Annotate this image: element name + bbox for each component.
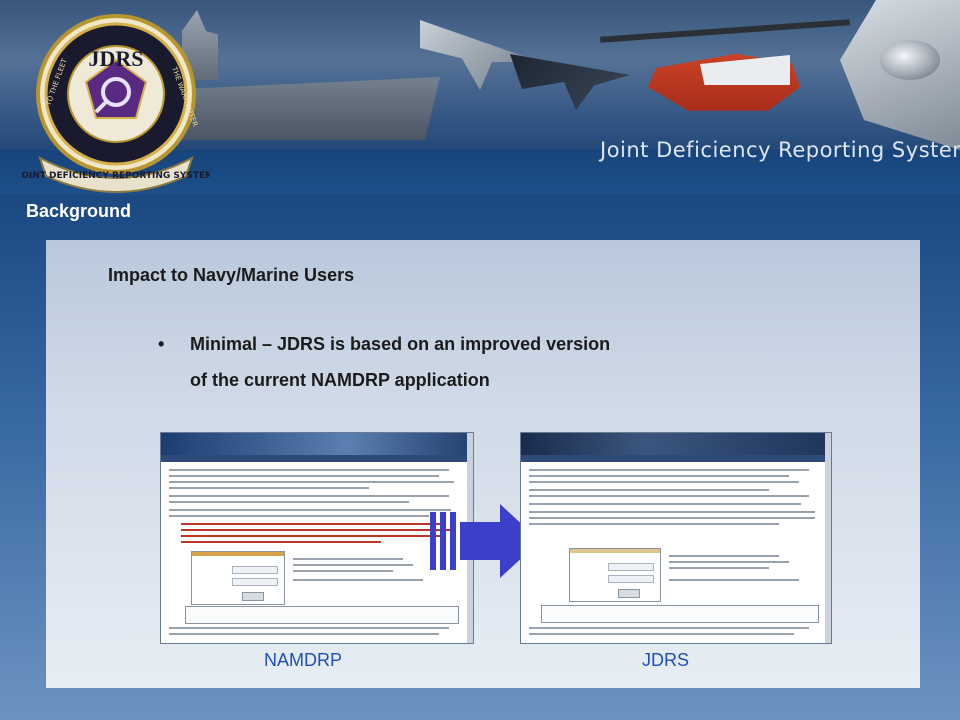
jdrs-screenshot [520, 432, 832, 644]
header-banner: JDRS TO THE FLEET THE WARFIGHTER JOINT D… [0, 0, 960, 195]
bullet-marker: • [158, 334, 165, 354]
bullet-text-line-1: Minimal – JDRS is based on an improved v… [190, 334, 611, 354]
jet-canopy [880, 40, 940, 80]
jdrs-header [521, 433, 831, 455]
namdrp-screenshot [160, 432, 474, 644]
svg-text:JOINT DEFICIENCY REPORTING SYS: JOINT DEFICIENCY REPORTING SYSTEM [22, 171, 210, 181]
svg-text:JDRS: JDRS [88, 46, 143, 71]
banner-title: Joint Deficiency Reporting System [600, 138, 960, 162]
namdrp-contact-table [185, 606, 459, 624]
jdrs-seal-logo: JDRS TO THE FLEET THE WARFIGHTER JOINT D… [22, 14, 210, 193]
jdrs-login-box [569, 548, 661, 602]
jdrs-contact-table [541, 605, 819, 623]
namdrp-nav-bar [161, 455, 473, 462]
jdrs-nav-bar [521, 455, 831, 462]
namdrp-header [161, 433, 473, 455]
namdrp-caption: NAMDRP [264, 650, 343, 670]
namdrp-login-box [191, 551, 285, 605]
slide-heading: Impact to Navy/Marine Users [108, 265, 355, 285]
jdrs-caption: JDRS [642, 650, 690, 670]
section-label: Background [26, 201, 132, 221]
slide: JDRS TO THE FLEET THE WARFIGHTER JOINT D… [0, 0, 960, 720]
bullet-text-line-2: of the current NAMDRP application [190, 370, 490, 390]
